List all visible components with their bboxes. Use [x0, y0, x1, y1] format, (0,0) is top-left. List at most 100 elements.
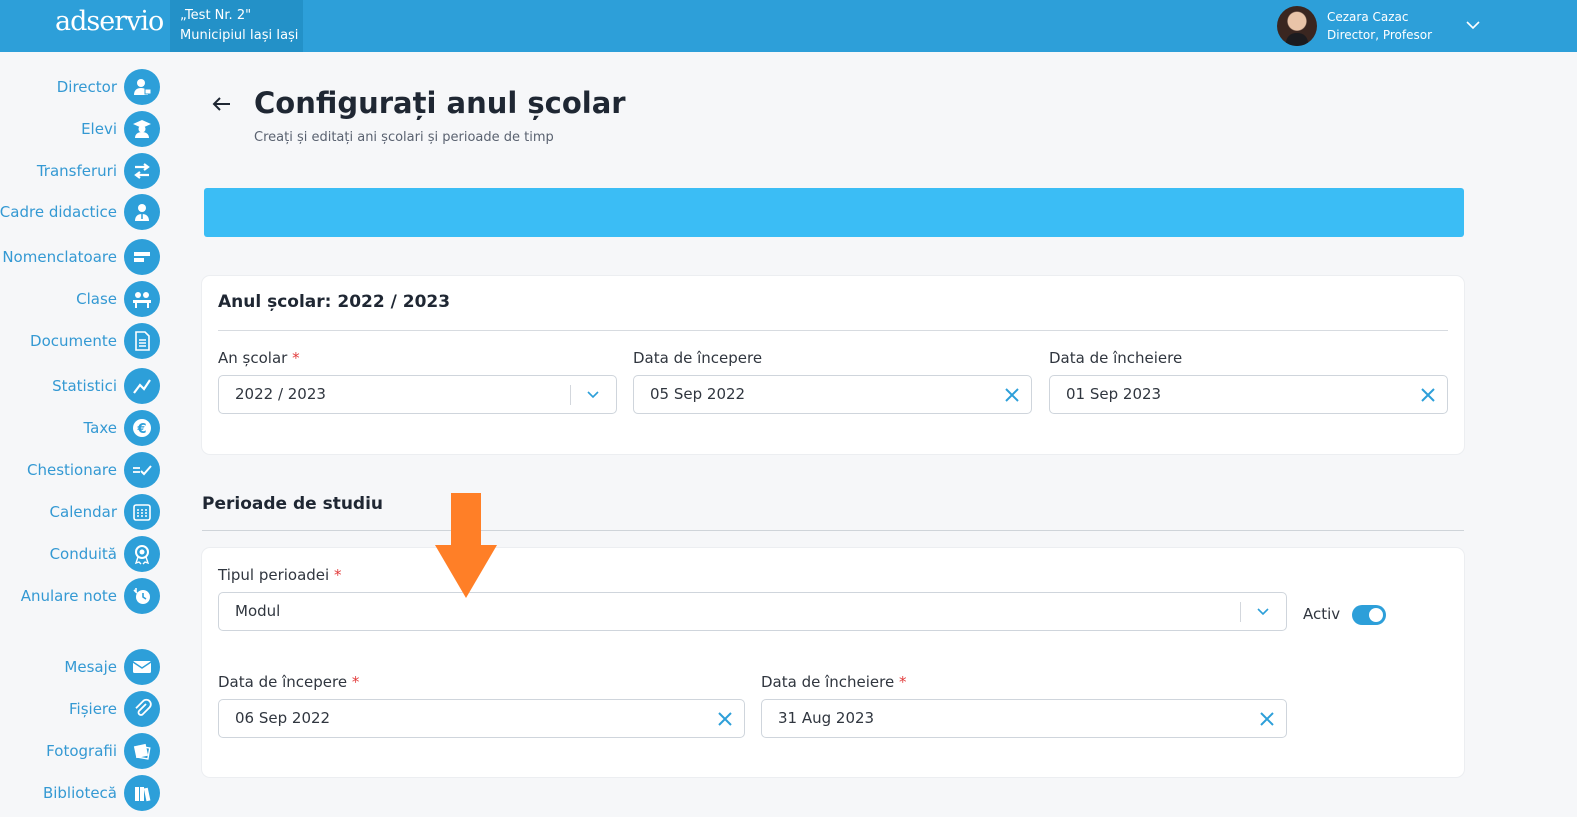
sidebar-item-taxe[interactable]: Taxe € [83, 410, 160, 446]
user-name: Cezara Cazac [1327, 10, 1409, 24]
sidebar-item-label: Fișiere [69, 700, 117, 718]
sidebar-item-label: Conduită [49, 545, 117, 563]
active-toggle-label: Activ [1303, 605, 1341, 623]
school-year-card: Anul școlar: 2022 / 2023 An școlar * 202… [202, 276, 1464, 454]
sidebar-item-biblioteca[interactable]: Bibliotecă [43, 775, 160, 811]
svg-text:€: € [136, 422, 146, 437]
divider [570, 385, 571, 405]
chevron-down-icon[interactable] [1255, 604, 1271, 620]
select-value: 2022 / 2023 [235, 385, 326, 403]
top-bar: adservio „Test Nr. 2" Municipiul Iași Ia… [0, 0, 1577, 52]
sidebar-item-nomenclatoare[interactable]: Nomenclatoare [2, 239, 160, 275]
books-icon [124, 775, 160, 811]
period-type-select[interactable]: Modul [218, 592, 1287, 631]
calendar-icon [124, 494, 160, 530]
user-info[interactable]: Cezara Cazac Director, Profesor [1327, 8, 1432, 44]
close-icon[interactable] [1258, 710, 1276, 728]
field-value: 06 Sep 2022 [235, 709, 331, 727]
select-value: Modul [235, 602, 281, 620]
field-value: 05 Sep 2022 [650, 385, 746, 403]
sidebar-item-label: Cadre didactice [0, 203, 117, 221]
bars-icon [124, 239, 160, 275]
sidebar-item-label: Taxe [83, 419, 117, 437]
sidebar-item-transferuri[interactable]: Transferuri [37, 153, 160, 189]
sidebar-item-label: Calendar [49, 503, 117, 521]
end-date-field[interactable]: 01 Sep 2023 [1049, 375, 1448, 414]
logo[interactable]: adservio [55, 6, 164, 37]
chevron-down-icon[interactable] [585, 387, 601, 403]
close-icon[interactable] [716, 710, 734, 728]
period-end-date-field[interactable]: 31 Aug 2023 [761, 699, 1287, 738]
checklist-icon [124, 452, 160, 488]
sidebar-item-mesaje[interactable]: Mesaje [64, 649, 160, 685]
sidebar-item-statistici[interactable]: Statistici [52, 368, 160, 404]
year-label: An școlar * [218, 349, 300, 367]
sidebar-item-label: Mesaje [64, 658, 117, 676]
sidebar-item-conduita[interactable]: Conduită [50, 536, 160, 572]
sidebar-item-anulare-note[interactable]: Anulare note [21, 578, 160, 614]
divider [1240, 602, 1241, 622]
classroom-icon [124, 281, 160, 317]
sidebar-item-fotografii[interactable]: Fotografii [46, 733, 160, 769]
info-banner [204, 188, 1464, 237]
sidebar-item-fisiere[interactable]: Fișiere [69, 691, 160, 727]
period-start-date-field[interactable]: 06 Sep 2022 [218, 699, 745, 738]
annotation-arrow-down-icon [435, 493, 497, 598]
trend-line-icon [124, 368, 160, 404]
sidebar-item-label: Clase [76, 290, 117, 308]
chevron-down-icon[interactable] [1464, 16, 1482, 34]
paperclip-icon [124, 691, 160, 727]
field-value: 31 Aug 2023 [778, 709, 875, 727]
close-icon[interactable] [1003, 386, 1021, 404]
sidebar-item-label: Documente [30, 332, 117, 350]
document-icon [124, 323, 160, 359]
sidebar-item-documente[interactable]: Documente [30, 323, 160, 359]
card-title: Anul școlar: 2022 / 2023 [218, 292, 451, 312]
sidebar-item-label: Chestionare [26, 461, 117, 479]
transfer-arrows-icon [124, 153, 160, 189]
sidebar-item-label: Elevi [81, 120, 117, 138]
sidebar-item-label: Anulare note [20, 587, 117, 605]
sidebar-item-calendar[interactable]: Calendar [50, 494, 160, 530]
school-name: „Test Nr. 2" [180, 8, 252, 23]
sidebar-item-label: Director [56, 78, 117, 96]
school-location: Municipiul Iași Iași [180, 28, 299, 43]
active-toggle[interactable] [1352, 605, 1386, 625]
person-icon [124, 69, 160, 105]
user-role: Director, Profesor [1327, 28, 1433, 42]
close-icon[interactable] [1419, 386, 1437, 404]
page-title: Configurați anul școlar [254, 86, 626, 120]
sidebar-item-chestionare[interactable]: Chestionare [27, 452, 160, 488]
start-date-field[interactable]: 05 Sep 2022 [633, 375, 1032, 414]
avatar[interactable] [1277, 6, 1317, 46]
sidebar: Director Elevi Transferuri Cadre didacti… [0, 52, 170, 817]
sidebar-item-director[interactable]: Director [57, 69, 160, 105]
page-subtitle: Creați și editați ani școlari și perioad… [254, 130, 554, 145]
section-title: Perioade de studiu [202, 494, 384, 514]
teacher-icon [124, 194, 160, 230]
sidebar-item-label: Statistici [52, 377, 117, 395]
school-year-select[interactable]: 2022 / 2023 [218, 375, 617, 414]
badge-icon [124, 536, 160, 572]
study-period-card: Tipul perioadei * Modul Data de începere… [202, 548, 1464, 777]
graduate-icon [124, 111, 160, 147]
end-date-label: Data de încheiere [1049, 349, 1183, 367]
sidebar-item-label: Bibliotecă [42, 784, 117, 802]
sidebar-item-elevi[interactable]: Elevi [81, 111, 160, 147]
sidebar-item-cadre-didactice[interactable]: Cadre didactice [0, 194, 160, 230]
photos-icon [124, 733, 160, 769]
period-end-label: Data de încheiere * [761, 673, 907, 691]
envelope-icon [124, 649, 160, 685]
period-type-label: Tipul perioadei * [218, 566, 342, 584]
euro-icon: € [124, 410, 160, 446]
sidebar-item-clase[interactable]: Clase [76, 281, 160, 317]
start-date-label: Data de începere [633, 349, 763, 367]
divider [202, 530, 1464, 531]
period-start-label: Data de începere * [218, 673, 360, 691]
field-value: 01 Sep 2023 [1066, 385, 1162, 403]
divider [218, 330, 1448, 331]
sidebar-item-label: Nomenclatoare [2, 248, 117, 266]
back-arrow-icon[interactable] [209, 92, 235, 116]
clock-hand-icon [124, 578, 160, 614]
school-selector[interactable]: „Test Nr. 2" Municipiul Iași Iași [170, 0, 303, 52]
